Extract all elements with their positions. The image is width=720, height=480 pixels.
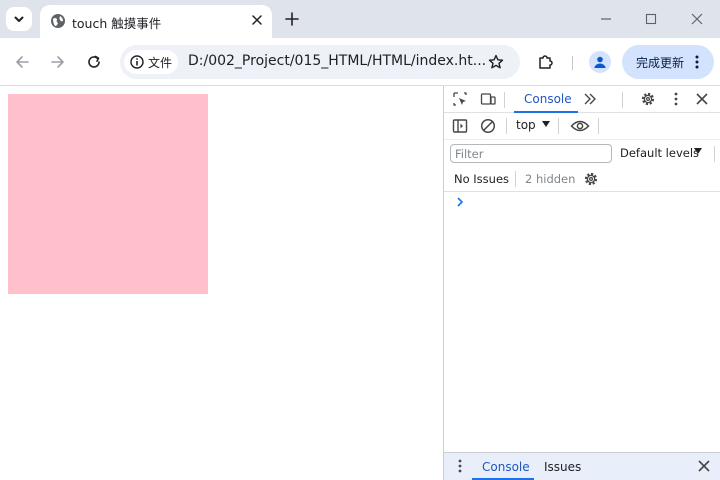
close-icon [696,93,708,105]
clear-console-button[interactable] [479,117,497,135]
update-button[interactable]: 完成更新 [622,45,714,79]
hidden-issues-count: 2 hidden [525,172,576,186]
log-levels-dropdown[interactable]: Default levels [620,146,699,160]
console-filter-input[interactable] [450,144,612,163]
tab-search-button[interactable] [6,7,32,31]
devtools-drawer: Console Issues [444,452,720,480]
info-icon [130,55,144,69]
maximize-button[interactable] [641,9,661,29]
close-icon [691,13,703,25]
site-info-chip[interactable]: 文件 [124,50,178,74]
tab-strip: touch 触摸事件 [0,0,720,38]
puzzle-icon [539,55,553,69]
gear-icon [584,172,598,186]
devtools-separator [558,118,559,134]
chevron-down-icon [14,16,24,22]
drawer-menu-button[interactable] [451,457,469,475]
person-icon [594,56,606,68]
close-devtools-button[interactable] [693,90,711,108]
plus-icon [285,12,299,26]
gear-icon [641,92,655,106]
page-viewport [0,86,443,480]
devtools-tab-bar: Console [444,86,720,113]
browser-window: touch 触摸事件 文件 D:/002_Project/015_HTML/HT… [0,0,720,480]
more-tabs-button[interactable] [581,90,599,108]
more-vert-icon [674,92,678,106]
security-chip-label: 文件 [148,55,173,70]
minimize-icon [601,18,611,20]
devtools-separator [622,92,623,108]
devtools-separator [515,171,516,187]
console-filter-row: Default levels [444,140,720,166]
live-expression-button[interactable] [569,117,591,135]
profile-button[interactable] [589,51,611,73]
drawer-tab-console-label: Console [482,460,530,474]
reload-icon [88,55,100,68]
touch-target-box[interactable] [8,94,208,294]
chevron-right-icon [457,197,464,207]
back-button[interactable] [10,50,34,74]
console-settings-button[interactable] [582,170,600,188]
tab-console[interactable]: Console [514,86,578,113]
reload-button[interactable] [82,50,106,74]
issues-row: No Issues 2 hidden [444,166,720,192]
update-button-label: 完成更新 [636,56,685,70]
browser-tab-active[interactable]: touch 触摸事件 [40,5,272,38]
block-icon [480,118,496,134]
bookmark-button[interactable] [486,52,506,72]
sidebar-toggle-button[interactable] [451,117,469,135]
settings-button[interactable] [639,90,657,108]
address-bar[interactable]: 文件 D:/002_Project/015_HTML/HTML/index.ht… [120,45,520,79]
window-close-button[interactable] [687,9,707,29]
drawer-tab-issues[interactable]: Issues [544,460,581,474]
browser-toolbar: 文件 D:/002_Project/015_HTML/HTML/index.ht… [0,38,720,86]
inspect-icon [453,92,467,106]
tab-title: touch 触摸事件 [72,16,162,31]
tab-console-label: Console [524,92,572,106]
context-selector[interactable]: top [516,118,536,132]
devtools-separator [714,146,715,162]
extensions-button[interactable] [535,50,557,72]
drawer-tab-console[interactable]: Console [472,453,534,480]
minimize-button[interactable] [596,9,616,29]
maximize-icon [645,13,657,25]
sidebar-icon [452,119,468,133]
arrow-right-icon [51,56,64,68]
console-prompt[interactable] [454,196,466,208]
caret-down-icon [542,120,550,128]
new-tab-button[interactable] [282,9,302,29]
more-vert-icon [458,459,462,473]
arrow-left-icon [16,56,29,68]
inspect-element-button[interactable] [451,90,469,108]
close-drawer-button[interactable] [695,457,713,475]
devtools-separator [598,118,599,134]
url-text[interactable]: D:/002_Project/015_HTML/HTML/index.ht... [188,53,486,69]
caret-down-icon [694,148,702,154]
forward-button[interactable] [46,50,70,74]
devtools-panel: Console top Filter Default levels No Iss… [443,86,720,480]
devtools-menu-button[interactable] [667,90,685,108]
globe-icon [51,14,65,28]
device-icon [480,93,496,105]
close-icon [698,460,710,472]
tab-close-button[interactable] [248,11,266,29]
star-icon [488,54,504,69]
console-toolbar: top [444,113,720,140]
devtools-separator [506,118,507,134]
eye-icon [570,120,590,132]
toolbar-separator [572,56,573,70]
devtools-separator [504,92,505,108]
double-chevron-right-icon [584,93,596,105]
issues-status[interactable]: No Issues [454,172,509,186]
close-icon [252,15,262,25]
device-toolbar-button[interactable] [479,90,497,108]
more-vert-icon [692,53,702,71]
